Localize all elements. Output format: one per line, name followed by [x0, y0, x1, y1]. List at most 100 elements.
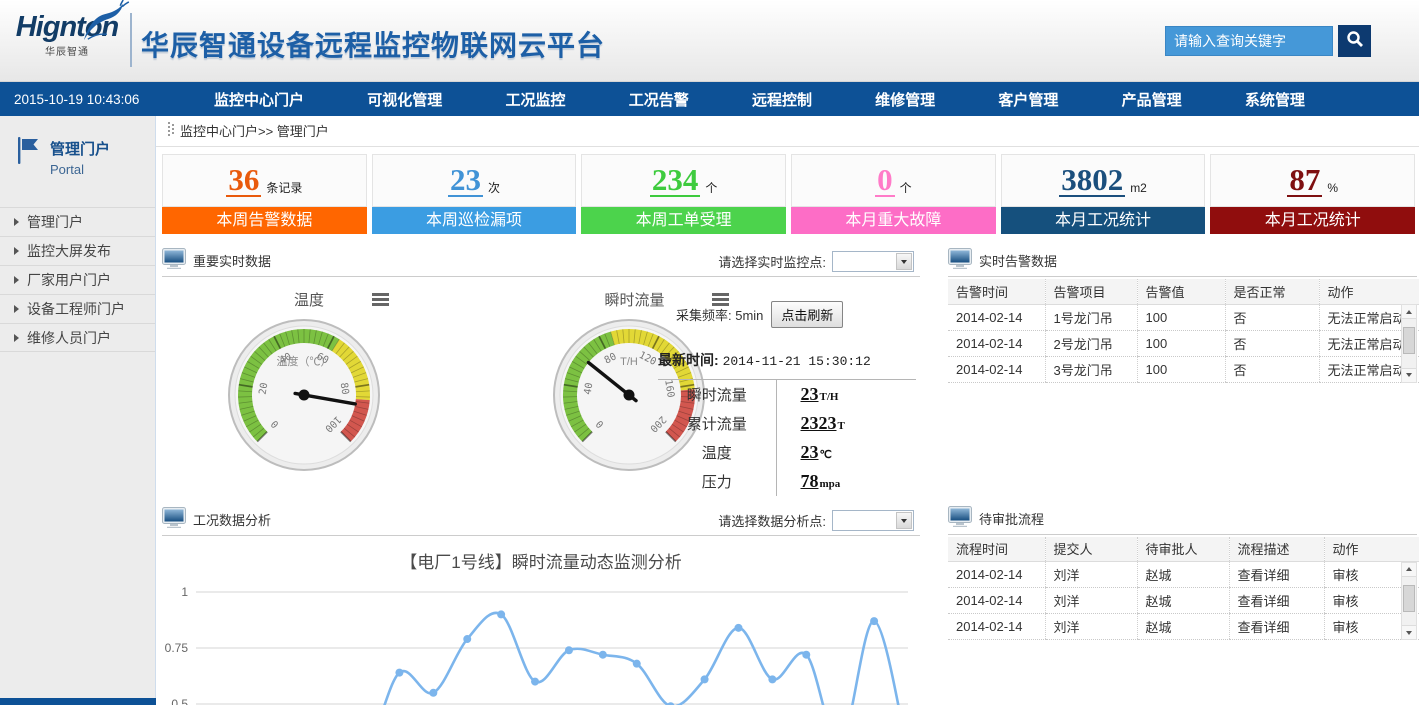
refresh-button[interactable]: 点击刷新	[771, 301, 843, 328]
search-input[interactable]	[1165, 26, 1333, 56]
flag-icon	[16, 136, 40, 171]
scroll-up-button[interactable]	[1402, 305, 1416, 319]
stat-unit: %	[1327, 181, 1338, 195]
stat-card-value-area: 0个	[791, 154, 996, 207]
scroll-up-button[interactable]	[1402, 563, 1416, 577]
cell: 2014-02-14	[948, 588, 1045, 614]
flow-line-chart: 10.750.50.250value	[162, 576, 920, 705]
stat-unit: 个	[705, 179, 717, 196]
cell: 2014-02-14	[948, 304, 1045, 330]
content: 管理门户 Portal 管理门户监控大屏发布厂家用户门户设备工程师门户维修人员门…	[0, 116, 1419, 704]
cell: 刘洋	[1045, 562, 1137, 588]
nav-item-5[interactable]: 远程控制	[752, 89, 812, 110]
stat-label: 本月重大故障	[791, 207, 996, 234]
chevron-right-icon	[14, 276, 19, 284]
column-header-3: 告警值	[1137, 279, 1225, 304]
svg-text:0.75: 0.75	[165, 641, 189, 655]
sidebar-item-3[interactable]: 厂家用户门户	[0, 265, 155, 294]
column-header-4: 是否正常	[1225, 279, 1319, 304]
cell[interactable]: 查看详细	[1229, 588, 1324, 614]
approval-section-title: 待审批流程	[979, 509, 1044, 530]
arrow-up-icon	[1406, 567, 1412, 571]
nav-item-1[interactable]: 监控中心门户	[214, 89, 304, 110]
sidebar-item-5[interactable]: 维修人员门户	[0, 323, 155, 352]
cell: 否	[1225, 304, 1319, 330]
cell: 2号龙门吊	[1045, 330, 1137, 356]
nav-item-6[interactable]: 维修管理	[875, 89, 935, 110]
gauge-title-flow: 瞬时流量	[604, 289, 664, 310]
nav-item-9[interactable]: 系统管理	[1245, 89, 1305, 110]
stat-value[interactable]: 36	[226, 164, 261, 198]
cell: 否	[1225, 330, 1319, 356]
analysis-section-title: 工况数据分析	[193, 510, 271, 531]
select-dropdown-button[interactable]	[896, 253, 912, 270]
monitor-point-select[interactable]	[832, 251, 914, 272]
cell: 否	[1225, 356, 1319, 382]
gauge-block-temperature: 温度 020406080100温度（℃）	[224, 283, 459, 480]
table-row-1: 2014-02-141号龙门吊100否无法正常启动	[948, 304, 1419, 330]
reading-label: 温度	[658, 438, 776, 467]
stat-unit: m2	[1130, 181, 1147, 195]
svg-text:80: 80	[338, 382, 351, 396]
search-button[interactable]	[1338, 25, 1371, 57]
arrow-down-icon	[1406, 631, 1412, 635]
search-bar	[1165, 25, 1371, 57]
portal-subtitle: Portal	[50, 162, 110, 177]
sidebar-item-1[interactable]: 管理门户	[0, 207, 155, 236]
alarm-section-header: 实时告警数据	[948, 246, 1417, 277]
cell[interactable]: 查看详细	[1229, 562, 1324, 588]
stat-value[interactable]: 3802	[1059, 164, 1125, 198]
monitor-icon	[162, 248, 186, 272]
cell[interactable]: 查看详细	[1229, 614, 1324, 640]
main-navbar: 2015-10-19 10:43:06 监控中心门户可视化管理工况监控工况告警远…	[0, 82, 1419, 116]
nav-item-2[interactable]: 可视化管理	[367, 89, 442, 110]
analysis-section-header: 工况数据分析 请选择数据分析点:	[162, 505, 920, 536]
scroll-down-button[interactable]	[1402, 368, 1416, 382]
stat-card-value-area: 234个	[581, 154, 786, 207]
nav-item-4[interactable]: 工况告警	[629, 89, 689, 110]
left-column: 重要实时数据 请选择实时监控点: 温度 020406080100	[162, 246, 920, 705]
stat-value[interactable]: 0	[875, 164, 895, 198]
stat-card-value-area: 87%	[1210, 154, 1415, 207]
nav-item-8[interactable]: 产品管理	[1122, 89, 1182, 110]
nav-item-3[interactable]: 工况监控	[505, 89, 565, 110]
cell: 2014-02-14	[948, 330, 1045, 356]
select-dropdown-button[interactable]	[896, 512, 912, 529]
svg-text:1: 1	[181, 585, 188, 599]
cell: 刘洋	[1045, 614, 1137, 640]
column-header-2: 告警项目	[1045, 279, 1137, 304]
nav-item-7[interactable]: 客户管理	[998, 89, 1058, 110]
cell: 赵城	[1137, 588, 1229, 614]
scrollbar-thumb[interactable]	[1403, 327, 1415, 354]
cell: 2014-02-14	[948, 614, 1045, 640]
table-row-2: 2014-02-142号龙门吊100否无法正常启动	[948, 330, 1419, 356]
stat-value[interactable]: 234	[650, 164, 701, 198]
scrollbar[interactable]	[1401, 304, 1417, 383]
scrollbar[interactable]	[1401, 562, 1417, 641]
readings-body: 瞬时流量23T/H累计流量2323T温度23℃压力78mpa	[658, 380, 916, 496]
readings-table: 瞬时流量23T/H累计流量2323T温度23℃压力78mpa	[658, 380, 916, 496]
stat-value[interactable]: 87	[1287, 164, 1322, 198]
cell: 赵城	[1137, 614, 1229, 640]
scrollbar-thumb[interactable]	[1403, 585, 1415, 612]
realtime-info: 采集频率: 5min 点击刷新 最新时间: 2014-11-21 15:30:1…	[658, 301, 916, 496]
deer-logo-icon	[80, 0, 130, 47]
logo: Hignton 华辰智通	[8, 12, 126, 58]
cell: 刘洋	[1045, 588, 1137, 614]
svg-text:0.5: 0.5	[171, 697, 188, 705]
stat-label: 本周告警数据	[162, 207, 367, 234]
analysis-point-select[interactable]	[832, 510, 914, 531]
table-row-1: 2014-02-14刘洋赵城查看详细审核	[948, 562, 1419, 588]
stat-value[interactable]: 23	[448, 164, 483, 198]
gauge-title-temperature: 温度	[294, 289, 324, 310]
sidebar-item-4[interactable]: 设备工程师门户	[0, 294, 155, 323]
portal-header: 管理门户 Portal	[0, 116, 155, 207]
sidebar-item-2[interactable]: 监控大屏发布	[0, 236, 155, 265]
monitor-icon	[948, 506, 972, 530]
sidebar-menu: 管理门户监控大屏发布厂家用户门户设备工程师门户维修人员门户	[0, 207, 155, 352]
scroll-down-button[interactable]	[1402, 625, 1416, 639]
stat-card-4: 0个本月重大故障	[791, 154, 996, 234]
cell: 3号龙门吊	[1045, 356, 1137, 382]
stat-label: 本周巡检漏项	[372, 207, 577, 234]
hamburger-menu-icon[interactable]	[372, 291, 389, 308]
